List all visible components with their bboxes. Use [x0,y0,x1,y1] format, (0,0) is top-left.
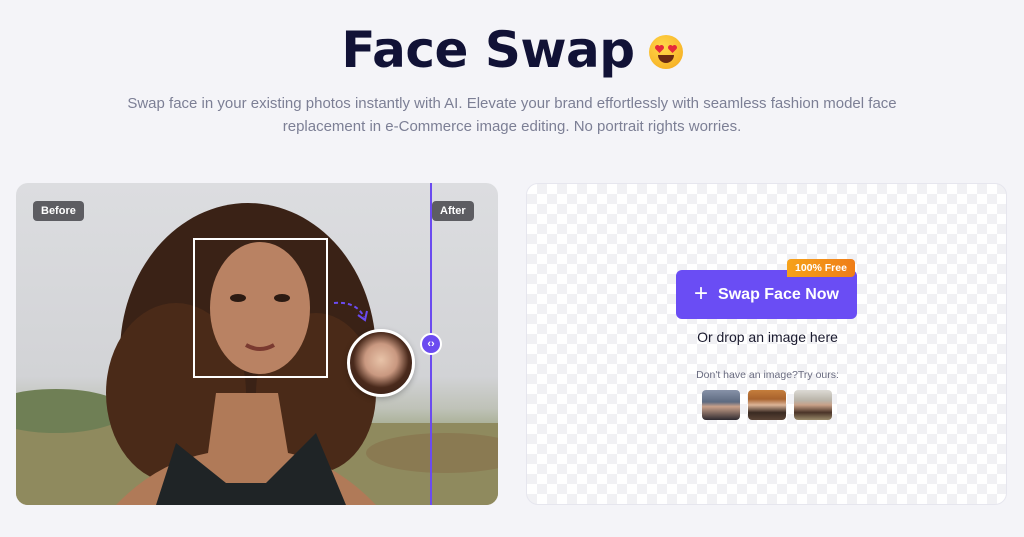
before-label: Before [33,201,84,221]
page-subtitle: Swap face in your existing photos instan… [0,92,1024,138]
try-samples-text: Don't have an image?Try ours: [696,369,839,381]
sample-images [702,390,832,420]
sample-image-2[interactable] [748,390,786,420]
title-row: Face Swap [0,18,1024,82]
free-badge: 100% Free [787,259,855,277]
upload-area[interactable]: + Swap Face Now 100% Free Or drop an ima… [526,183,1007,505]
swap-face-now-button[interactable]: + Swap Face Now [676,270,857,319]
comparison-slider-handle[interactable]: ‹› [420,333,442,355]
face-detection-box [193,238,328,378]
before-after-comparison[interactable]: ‹› Before After [16,183,498,505]
heart-eyes-emoji-icon [648,35,683,69]
subtitle-line-1: Swap face in your existing photos instan… [127,95,897,112]
page-title: Face Swap [341,21,635,79]
sample-image-1[interactable] [702,390,740,420]
drop-image-hint: Or drop an image here [697,329,838,345]
swapped-face-thumbnail [347,329,415,397]
subtitle-line-2: replacement in e-Commerce image editing.… [282,118,742,135]
sample-image-3[interactable] [794,390,832,420]
swap-arrow-icon [333,301,368,322]
after-label: After [432,201,474,221]
swap-face-button-label: Swap Face Now [718,285,839,303]
plus-icon: + [694,279,709,307]
